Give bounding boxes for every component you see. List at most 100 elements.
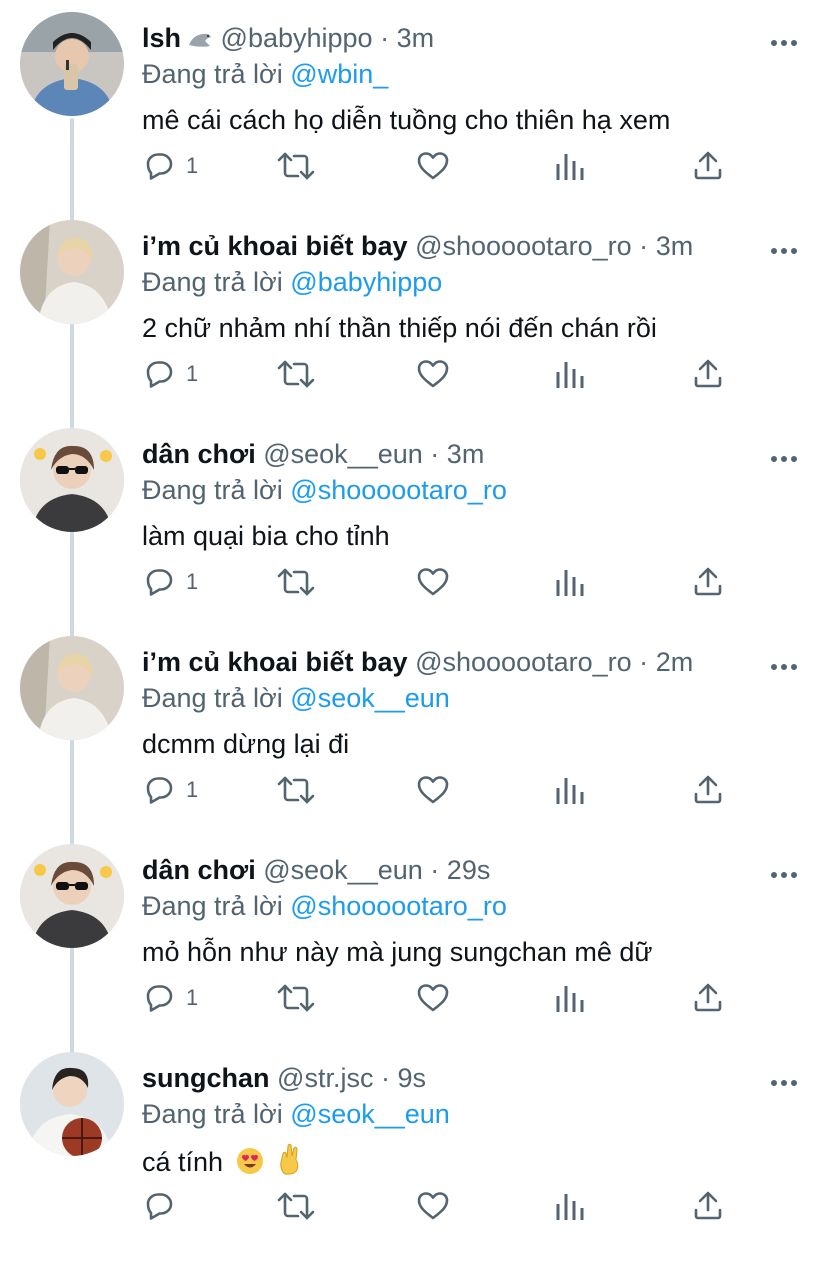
- reply-button[interactable]: 1: [142, 356, 198, 392]
- like-button[interactable]: [416, 148, 450, 184]
- tweet-5[interactable]: dân chơi @seok__eun · 29s Đang trả lời @…: [0, 832, 828, 1040]
- reply-thread: lsh @babyhippo · 3m Đang trả lời @wbin_ …: [0, 0, 828, 1261]
- more-options-icon[interactable]: [770, 1074, 798, 1086]
- retweet-button[interactable]: [276, 772, 316, 808]
- avatar[interactable]: [20, 636, 124, 740]
- share-icon: [692, 566, 724, 598]
- display-name[interactable]: i’m củ khoai biết bay: [142, 231, 408, 261]
- like-button[interactable]: [416, 356, 450, 392]
- reply-button[interactable]: 1: [142, 564, 198, 600]
- reply-button[interactable]: 1: [142, 772, 198, 808]
- avatar[interactable]: [20, 428, 124, 532]
- replying-to-label: Đang trả lời: [142, 59, 283, 89]
- avatar[interactable]: [20, 1052, 124, 1156]
- tweet-actions: [142, 1188, 742, 1224]
- display-name[interactable]: lsh: [142, 23, 181, 53]
- analytics-icon: [554, 566, 586, 598]
- timestamp[interactable]: 3m: [447, 439, 485, 469]
- tweet-1[interactable]: lsh @babyhippo · 3m Đang trả lời @wbin_ …: [0, 0, 828, 208]
- timestamp[interactable]: 3m: [397, 23, 435, 53]
- user-handle[interactable]: @seok__eun: [263, 439, 423, 469]
- analytics-icon: [554, 1190, 586, 1222]
- share-button[interactable]: [692, 148, 724, 184]
- separator-dot: ·: [380, 1063, 390, 1093]
- separator-dot: ·: [430, 439, 440, 469]
- reply-button[interactable]: [142, 1188, 186, 1224]
- reply-button[interactable]: 1: [142, 980, 198, 1016]
- tweet-4[interactable]: i’m củ khoai biết bay @shoooootaro_ro · …: [0, 624, 828, 832]
- share-button[interactable]: [692, 356, 724, 392]
- tweet-6[interactable]: sungchan @str.jsc · 9s Đang trả lời @seo…: [0, 1040, 828, 1248]
- analytics-button[interactable]: [554, 980, 586, 1016]
- avatar[interactable]: [20, 844, 124, 948]
- more-options-icon[interactable]: [770, 242, 798, 254]
- replying-to-handle[interactable]: @wbin_: [290, 59, 388, 89]
- reply-count: 1: [186, 777, 199, 802]
- analytics-button[interactable]: [554, 356, 586, 392]
- like-button[interactable]: [416, 564, 450, 600]
- user-handle[interactable]: @str.jsc: [277, 1063, 373, 1093]
- replying-to-label: Đang trả lời: [142, 891, 283, 921]
- reply-count: 1: [186, 569, 199, 594]
- display-name[interactable]: dân chơi: [142, 855, 256, 885]
- user-handle[interactable]: @shoooootaro_ro: [415, 647, 632, 677]
- replying-to-label: Đang trả lời: [142, 267, 283, 297]
- more-options-icon[interactable]: [770, 658, 798, 670]
- avatar[interactable]: [20, 12, 124, 116]
- tweet-3[interactable]: dân chơi @seok__eun · 3m Đang trả lời @s…: [0, 416, 828, 624]
- like-button[interactable]: [416, 1188, 450, 1224]
- display-name[interactable]: dân chơi: [142, 439, 256, 469]
- analytics-button[interactable]: [554, 148, 586, 184]
- more-options-icon[interactable]: [770, 866, 798, 878]
- share-icon: [692, 150, 724, 182]
- display-name[interactable]: i’m củ khoai biết bay: [142, 647, 408, 677]
- analytics-icon: [554, 982, 586, 1014]
- replying-to-handle[interactable]: @shoooootaro_ro: [290, 891, 507, 921]
- user-handle[interactable]: @babyhippo: [221, 23, 373, 53]
- retweet-button[interactable]: [276, 1188, 316, 1224]
- timestamp[interactable]: 9s: [397, 1063, 426, 1093]
- analytics-button[interactable]: [554, 1188, 586, 1224]
- analytics-button[interactable]: [554, 564, 586, 600]
- replying-to-handle[interactable]: @babyhippo: [290, 267, 442, 297]
- retweet-icon: [276, 358, 316, 390]
- timestamp[interactable]: 3m: [656, 231, 694, 261]
- timestamp[interactable]: 29s: [447, 855, 491, 885]
- separator-dot: ·: [380, 23, 390, 53]
- analytics-icon: [554, 150, 586, 182]
- more-options-icon[interactable]: [770, 450, 798, 462]
- replying-to-handle[interactable]: @seok__eun: [290, 1099, 450, 1129]
- reply-button[interactable]: 1: [142, 148, 198, 184]
- share-button[interactable]: [692, 1188, 724, 1224]
- replying-to-handle[interactable]: @seok__eun: [290, 683, 450, 713]
- user-handle[interactable]: @seok__eun: [263, 855, 423, 885]
- more-options-icon[interactable]: [770, 34, 798, 46]
- retweet-button[interactable]: [276, 356, 316, 392]
- replying-to-line: Đang trả lời @shoooootaro_ro: [142, 888, 738, 924]
- timestamp[interactable]: 2m: [656, 647, 694, 677]
- analytics-button[interactable]: [554, 772, 586, 808]
- tweet-body: dân chơi @seok__eun · 29s Đang trả lời @…: [142, 852, 738, 970]
- tweet-2[interactable]: i’m củ khoai biết bay @shoooootaro_ro · …: [0, 208, 828, 416]
- like-icon: [416, 774, 450, 806]
- retweet-button[interactable]: [276, 980, 316, 1016]
- like-icon: [416, 566, 450, 598]
- share-button[interactable]: [692, 772, 724, 808]
- tweet-text: 2 chữ nhảm nhí thần thiếp nói đến chán r…: [142, 310, 738, 346]
- share-button[interactable]: [692, 980, 724, 1016]
- user-handle[interactable]: @shoooootaro_ro: [415, 231, 632, 261]
- display-name[interactable]: sungchan: [142, 1063, 270, 1093]
- reply-icon: [142, 358, 176, 390]
- separator-dot: ·: [639, 231, 649, 261]
- like-icon: [416, 1190, 450, 1222]
- replying-to-handle[interactable]: @shoooootaro_ro: [290, 475, 507, 505]
- retweet-button[interactable]: [276, 564, 316, 600]
- share-button[interactable]: [692, 564, 724, 600]
- avatar[interactable]: [20, 220, 124, 324]
- tweet-header: dân chơi @seok__eun · 29s: [142, 852, 738, 888]
- like-button[interactable]: [416, 980, 450, 1016]
- reply-icon: [142, 566, 176, 598]
- replying-to-label: Đang trả lời: [142, 475, 283, 505]
- like-button[interactable]: [416, 772, 450, 808]
- retweet-button[interactable]: [276, 148, 316, 184]
